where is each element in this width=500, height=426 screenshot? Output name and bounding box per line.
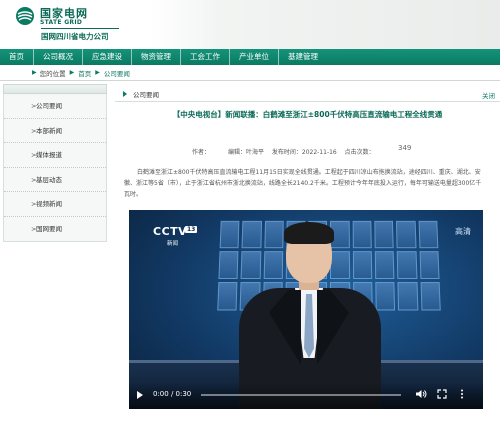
article-meta: 作者： 编辑：叶海平 发布时间：2022-11-16 点击次数： 349 [192,144,411,156]
video-controls: 0:00 / 0:30 [129,383,483,409]
chevron-right-icon: > [31,151,37,159]
breadcrumb: ▶ 您的位置 ▶ 首页 ▶ 公司要闻 [0,65,500,81]
sidebar-item-media-reports[interactable]: > 媒体报道 [4,143,106,168]
hd-badge: 高清 [455,227,471,236]
main-content: 公司要闻 关闭 【中央电视台】新闻联播：白鹤滩至浙江±800千伏特高压直流输电工… [110,81,500,426]
views-label: 点击次数： [344,149,375,156]
nav-home[interactable]: 首页 [0,49,34,65]
close-link[interactable]: 关闭 [482,90,495,100]
logo-divider [41,28,119,29]
sidebar-item-sgcc-news[interactable]: > 国网要闻 [4,217,106,242]
sidebar-header [3,84,107,94]
sidebar-item-hq-news[interactable]: > 本部新闻 [4,119,106,143]
nav-union[interactable]: 工会工作 [181,49,230,65]
article-body: 白鹤滩至浙江±800千伏特高压直流输电工程11月15日实现全线贯通。工程起于四川… [124,169,482,198]
chevron-right-icon: > [31,200,37,208]
chevron-right-icon: > [31,224,37,233]
more-options-icon[interactable] [459,389,465,399]
play-icon[interactable] [137,391,143,399]
nav-industry[interactable]: 产业单位 [230,49,279,65]
nav-construction[interactable]: 基建管理 [279,49,327,65]
sidebar-item-company-news[interactable]: > 公司要闻 [4,94,106,119]
chevron-right-icon: > [31,175,37,184]
breadcrumb-separator-icon: ▶ [95,69,100,76]
sidebar-item-grassroots[interactable]: > 基层动态 [4,168,106,192]
fullscreen-icon[interactable] [437,389,447,399]
breadcrumb-home-link[interactable]: 首页 [78,68,91,78]
nav-company-overview[interactable]: 公司概况 [34,49,83,65]
section-arrow-icon [123,90,127,97]
channel-number: 13 [185,226,198,233]
channel-subtitle: 新闻 [167,241,179,247]
breadcrumb-separator-icon: ▶ [69,69,75,76]
sidebar-menu: > 公司要闻 > 本部新闻 > 媒体报道 > 基层动态 > 视频新闻 > 国网要闻 [3,94,107,242]
article-title: 【中央电视台】新闻联播：白鹤滩至浙江±800千伏特高压直流输电工程全线贯通 [172,110,443,119]
publish-date: 发布时间：2022-11-16 [271,149,337,156]
views-count: 349 [398,144,412,152]
chevron-right-icon: > [31,102,37,110]
state-grid-logo-icon [16,7,34,25]
nav-emergency[interactable]: 应急建设 [83,49,132,65]
sidebar-item-video-news[interactable]: > 视频新闻 [4,192,106,217]
video-progress-bar[interactable] [201,394,401,396]
site-header: 国家电网 STATE GRID 国网四川省电力公司 [0,0,500,49]
sidebar: > 公司要闻 > 本部新闻 > 媒体报道 > 基层动态 > 视频新闻 > 国网要闻 [0,81,110,426]
breadcrumb-arrow-icon: ▶ [32,69,37,76]
company-name: 国网四川省电力公司 [41,32,109,41]
video-player[interactable]: CCTV 13 新闻 高清 0:00 / 0:30 [129,210,483,409]
breadcrumb-current[interactable]: 公司要闻 [104,68,130,78]
breadcrumb-label: 您的位置 [39,69,66,78]
section-header: 公司要闻 关闭 [115,86,500,102]
logo-subtitle-en: STATE GRID [40,19,83,26]
nav-materials[interactable]: 物资管理 [132,49,181,65]
author-label: 作者： [192,149,211,156]
video-time: 0:00 / 0:30 [153,390,192,398]
cctv-logo: CCTV [153,225,188,238]
main-nav: 首页 公司概况 应急建设 物资管理 工会工作 产业单位 基建管理 [0,49,500,65]
editor-label: 编辑：叶海平 [227,149,264,156]
volume-icon[interactable] [415,389,427,399]
section-title: 公司要闻 [133,90,159,99]
chevron-right-icon: > [31,126,37,135]
